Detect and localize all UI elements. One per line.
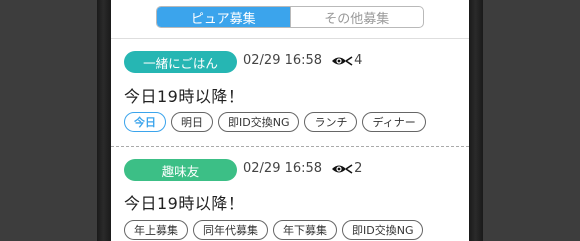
app-screen: ピュア募集 その他募集 一緒にごはん 02/29 16:58 4 今日19時以降…: [111, 0, 469, 241]
tag-chip[interactable]: 年下募集: [273, 220, 337, 240]
tag-list: 今日 明日 即ID交換NG ランチ ディナー: [124, 112, 426, 132]
tag-chip[interactable]: ディナー: [362, 112, 426, 132]
post-datetime: 02/29 16:58: [243, 161, 323, 176]
tab-other-recruit[interactable]: その他募集: [291, 7, 424, 27]
category-badge: 趣味友: [124, 159, 237, 181]
category-badge: 一緒にごはん: [124, 51, 237, 73]
tag-chip[interactable]: 同年代募集: [193, 220, 268, 240]
tag-chip[interactable]: 年上募集: [124, 220, 188, 240]
post-datetime: 02/29 16:58: [243, 53, 323, 68]
eye-icon: [332, 163, 353, 174]
post-title: 今日19時以降！: [124, 87, 245, 106]
tag-list: 年上募集 同年代募集 年下募集 即ID交換NG: [124, 220, 424, 240]
view-count: 2: [354, 161, 363, 176]
post-meta: 02/29 16:58 2: [243, 161, 362, 176]
tag-chip[interactable]: 即ID交換NG: [342, 220, 424, 240]
tag-chip[interactable]: ランチ: [304, 112, 358, 132]
post-divider: [111, 146, 469, 147]
recruit-type-tabs: ピュア募集 その他募集: [156, 6, 424, 28]
eye-icon: [332, 55, 353, 66]
post-meta: 02/29 16:58 4: [243, 53, 362, 68]
view-count: 4: [354, 53, 363, 68]
post-title: 今日19時以降！: [124, 194, 245, 213]
tag-chip[interactable]: 即ID交換NG: [218, 112, 300, 132]
phone-bezel-left: [97, 0, 111, 241]
tab-pure-recruit[interactable]: ピュア募集: [157, 7, 290, 27]
tag-chip[interactable]: 今日: [124, 112, 166, 132]
header-divider: [111, 38, 469, 39]
phone-bezel-right: [469, 0, 483, 241]
tag-chip[interactable]: 明日: [171, 112, 213, 132]
